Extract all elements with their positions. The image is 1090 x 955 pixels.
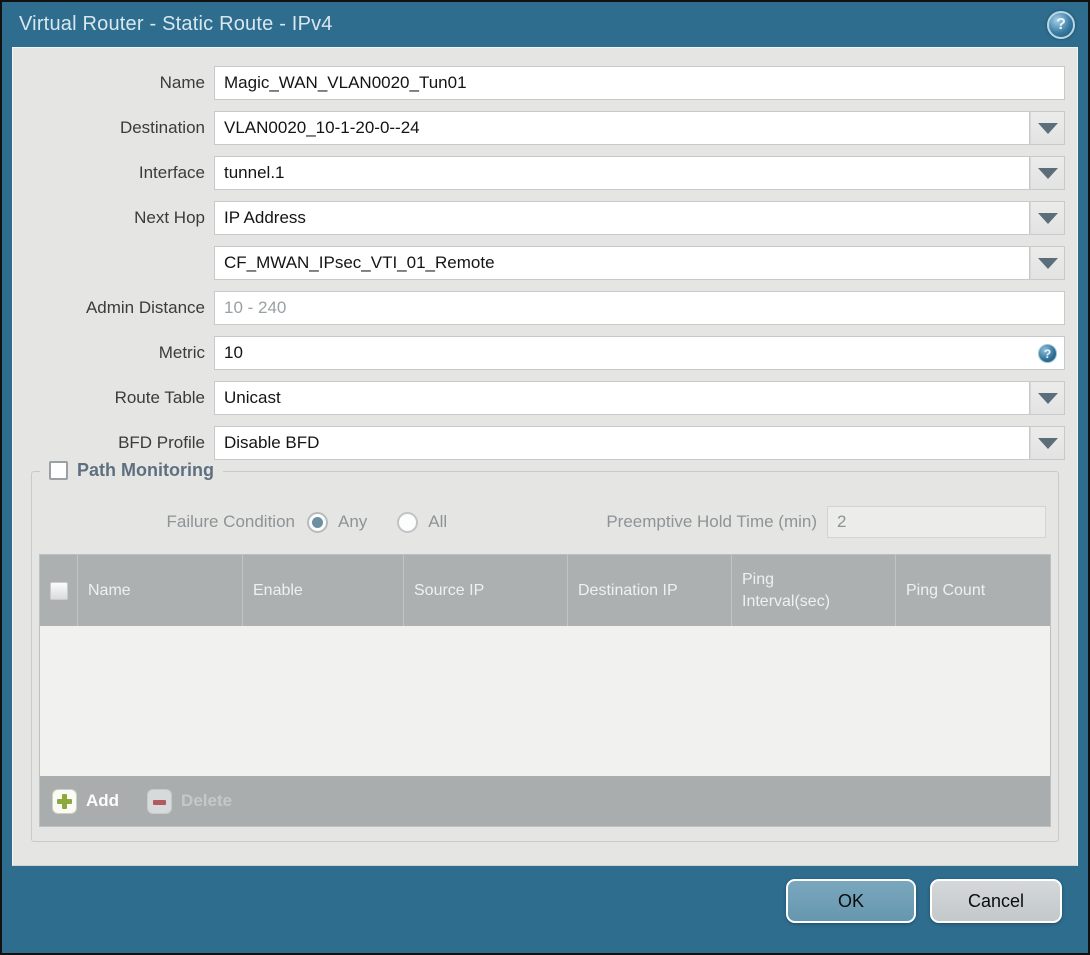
- radio-icon: [397, 511, 419, 533]
- dialog-footer: OK Cancel: [2, 866, 1088, 953]
- name-label: Name: [159, 73, 205, 92]
- chevron-down-icon: [1037, 392, 1058, 404]
- cancel-button[interactable]: Cancel: [930, 879, 1062, 923]
- admin-distance-input[interactable]: [214, 291, 1065, 325]
- path-monitoring-legend: Path Monitoring: [40, 460, 223, 481]
- radio-option-all[interactable]: All: [397, 511, 448, 533]
- route-table-input[interactable]: [214, 381, 1030, 415]
- radio-icon: [307, 511, 328, 533]
- admin-distance-label: Admin Distance: [85, 298, 205, 317]
- chevron-down-icon: [1037, 437, 1058, 449]
- next-hop-row: Next Hop: [13, 201, 1065, 235]
- interface-label: Interface: [138, 163, 205, 182]
- route-table-row: Route Table: [13, 381, 1065, 415]
- bfd-profile-dropdown-button[interactable]: [1030, 426, 1065, 460]
- header-cell-source-ip: Source IP: [403, 555, 567, 626]
- next-hop-type-dropdown-button[interactable]: [1030, 201, 1065, 235]
- chevron-down-icon: [1037, 122, 1058, 134]
- delete-button-label: Delete: [181, 791, 233, 810]
- header-cell-ping-count: Ping Count: [895, 555, 1050, 626]
- next-hop-address-row: [13, 246, 1065, 280]
- chevron-down-icon: [1037, 212, 1058, 224]
- path-monitoring-checkbox[interactable]: [49, 461, 68, 480]
- radio-label-all: All: [428, 512, 448, 531]
- metric-row: Metric ?: [13, 336, 1065, 370]
- chevron-down-icon: [1037, 257, 1058, 269]
- next-hop-type-input[interactable]: [214, 201, 1030, 235]
- failure-condition-label: Failure Condition: [166, 512, 295, 531]
- radio-option-any[interactable]: Any: [307, 511, 368, 533]
- add-button[interactable]: Add: [52, 788, 120, 814]
- dialog-content: Name Destination Interface: [12, 47, 1078, 866]
- destination-input[interactable]: [214, 111, 1030, 145]
- add-button-label: Add: [86, 791, 120, 810]
- failure-condition-radio-group: Any All: [307, 511, 448, 533]
- path-monitoring-table: Name Enable Source IP Destination IP Pin…: [39, 554, 1051, 827]
- table-toolbar: Add Delete: [40, 776, 1050, 826]
- dialog-titlebar: Virtual Router - Static Route - IPv4 ?: [2, 2, 1088, 47]
- next-hop-address-dropdown-button[interactable]: [1030, 246, 1065, 280]
- add-plus-icon: [52, 788, 77, 814]
- ok-button[interactable]: OK: [786, 879, 916, 923]
- chevron-down-icon: [1037, 167, 1058, 179]
- route-table-label: Route Table: [114, 388, 205, 407]
- admin-distance-row: Admin Distance: [13, 291, 1065, 325]
- bfd-profile-input[interactable]: [214, 426, 1030, 460]
- header-cell-enable: Enable: [242, 555, 403, 626]
- help-icon[interactable]: ?: [1047, 10, 1075, 39]
- bfd-profile-row: BFD Profile: [13, 426, 1065, 460]
- dialog-title: Virtual Router - Static Route - IPv4: [19, 13, 333, 35]
- info-icon: ?: [1038, 344, 1057, 363]
- radio-label-any: Any: [338, 512, 368, 531]
- interface-dropdown-button[interactable]: [1030, 156, 1065, 190]
- name-input[interactable]: [214, 66, 1065, 100]
- metric-label: Metric: [158, 343, 205, 362]
- delete-button[interactable]: Delete: [147, 788, 233, 814]
- next-hop-address-input[interactable]: [214, 246, 1030, 280]
- preemptive-hold-time-label: Preemptive Hold Time (min): [606, 512, 817, 531]
- select-all-checkbox[interactable]: [49, 581, 68, 600]
- path-monitoring-title: Path Monitoring: [77, 460, 214, 480]
- next-hop-label: Next Hop: [134, 208, 205, 227]
- header-cell-name: Name: [77, 555, 242, 626]
- metric-input[interactable]: [214, 336, 1065, 370]
- static-route-dialog: Virtual Router - Static Route - IPv4 ? N…: [0, 0, 1090, 955]
- route-table-dropdown-button[interactable]: [1030, 381, 1065, 415]
- destination-row: Destination: [13, 111, 1065, 145]
- table-header: Name Enable Source IP Destination IP Pin…: [40, 555, 1050, 626]
- failure-condition-row: Failure Condition Any All Preemptive Hol…: [39, 506, 1046, 538]
- bfd-profile-label: BFD Profile: [118, 433, 205, 452]
- preemptive-hold-time-input[interactable]: [827, 506, 1046, 538]
- header-cell-destination-ip: Destination IP: [567, 555, 731, 626]
- delete-minus-icon: [147, 788, 173, 814]
- header-cell-select: [40, 555, 77, 626]
- path-monitoring-section: Path Monitoring Failure Condition Any Al…: [31, 460, 1059, 842]
- destination-label: Destination: [119, 118, 205, 137]
- interface-row: Interface: [13, 156, 1065, 190]
- table-body-empty: [40, 626, 1050, 776]
- name-row: Name: [13, 66, 1065, 100]
- header-cell-ping-interval: Ping Interval(sec): [731, 555, 895, 626]
- destination-dropdown-button[interactable]: [1030, 111, 1065, 145]
- interface-input[interactable]: [214, 156, 1030, 190]
